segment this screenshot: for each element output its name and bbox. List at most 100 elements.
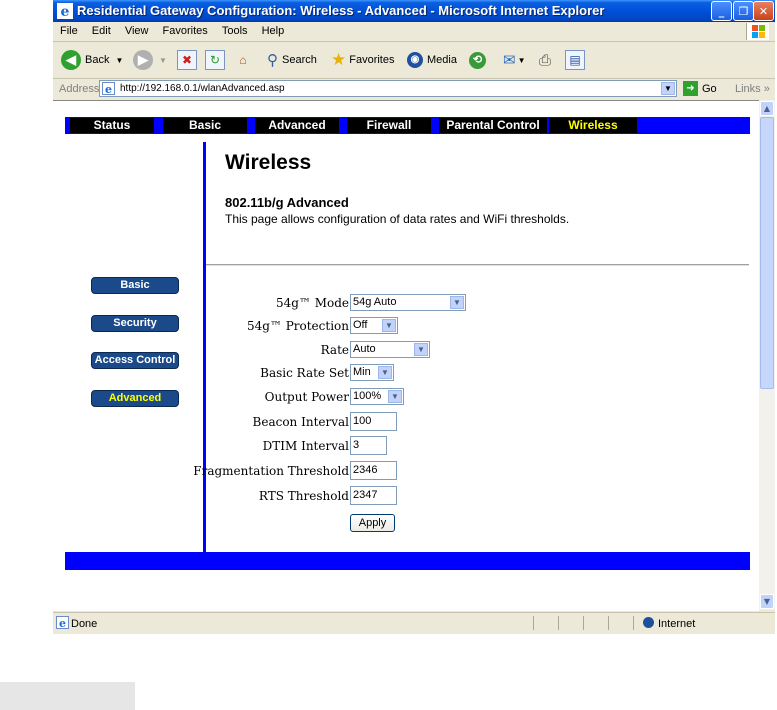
status-text: Done — [71, 618, 98, 630]
tab-firewall[interactable]: Firewall — [347, 118, 431, 133]
forward-arrow-icon: ▶ — [133, 50, 153, 70]
basic-rate-label: Basic Rate Set — [260, 366, 349, 380]
home-button[interactable]: ⌂ — [233, 49, 253, 71]
menu-file[interactable]: File — [60, 25, 78, 37]
fragmentation-threshold-label: Fragmentation Threshold — [193, 464, 349, 478]
forward-button[interactable]: ▶ ▼ — [133, 49, 167, 71]
sidebar-item-basic[interactable]: Basic — [91, 277, 179, 294]
search-icon: ⚲ — [267, 52, 278, 69]
refresh-icon: ↻ — [205, 50, 225, 70]
output-power-select[interactable]: 100% ▼ — [350, 388, 404, 405]
tab-advanced[interactable]: Advanced — [255, 118, 339, 133]
history-button[interactable]: ⟲ — [469, 49, 486, 71]
edit-button[interactable]: ▤ — [565, 49, 585, 71]
menu-help[interactable]: Help — [262, 25, 285, 37]
tab-status[interactable]: Status — [70, 118, 154, 133]
chevron-down-icon: ▼ — [159, 55, 167, 65]
chevron-down-icon[interactable]: ▼ — [661, 82, 675, 95]
globe-icon — [643, 617, 654, 628]
scroll-up-icon[interactable]: ▲ — [760, 101, 774, 116]
address-bar: Address e http://192.168.0.1/wlanAdvance… — [53, 79, 775, 99]
address-input[interactable]: e http://192.168.0.1/wlanAdvanced.asp ▼ — [99, 80, 677, 97]
address-label: Address — [59, 83, 100, 95]
svg-text:e: e — [61, 4, 70, 19]
back-button[interactable]: ◀ Back ▼ — [61, 49, 123, 71]
page-description: This page allows configuration of data r… — [225, 212, 570, 226]
title-bar: e Residential Gateway Configuration: Wir… — [53, 0, 775, 22]
go-button[interactable]: ➜ Go — [683, 81, 717, 96]
go-arrow-icon: ➜ — [683, 81, 698, 96]
page-icon: e — [102, 82, 115, 95]
windows-logo-icon — [746, 23, 769, 40]
rts-threshold-label: RTS Threshold — [258, 489, 349, 503]
svg-text:e: e — [105, 83, 112, 95]
media-icon: ◉ — [407, 52, 423, 68]
chevron-down-icon: ▼ — [450, 296, 464, 309]
footer-bar — [65, 552, 750, 570]
address-url: http://192.168.0.1/wlanAdvanced.asp — [120, 83, 285, 94]
star-icon: ★ — [331, 50, 347, 69]
tab-wireless[interactable]: Wireless — [549, 118, 637, 133]
rts-threshold-input[interactable]: 2347 — [350, 486, 397, 505]
minimize-button[interactable]: _ — [711, 1, 732, 21]
rate-label: Rate — [320, 343, 349, 357]
menu-bar: File Edit View Favorites Tools Help — [53, 22, 775, 42]
scroll-thumb[interactable] — [760, 117, 774, 389]
close-button[interactable]: ✕ — [753, 1, 774, 21]
protection-select[interactable]: Off ▼ — [350, 317, 398, 334]
links-toolbar[interactable]: Links » — [735, 83, 770, 95]
stop-icon: ✖ — [177, 50, 197, 70]
toolbar: ◀ Back ▼ ▶ ▼ ✖ ↻ ⌂ ⚲ Search ★ Favorites … — [53, 42, 775, 79]
protection-label: 54g™ Protection — [246, 319, 349, 333]
top-nav: Status Basic Advanced Firewall Parental … — [65, 117, 750, 134]
browser-window: e Residential Gateway Configuration: Wir… — [53, 0, 775, 634]
background-panel — [0, 682, 135, 710]
print-button[interactable]: ⎙ — [539, 49, 551, 71]
tab-basic[interactable]: Basic — [163, 118, 247, 133]
chevron-down-icon: ▼ — [388, 390, 402, 403]
menu-favorites[interactable]: Favorites — [163, 25, 208, 37]
dtim-interval-input[interactable]: 3 — [350, 436, 387, 455]
menu-edit[interactable]: Edit — [92, 25, 111, 37]
chevron-down-icon: ▼ — [517, 55, 526, 65]
scroll-down-icon[interactable]: ▼ — [760, 594, 774, 609]
favorites-button[interactable]: ★ Favorites — [331, 49, 395, 71]
ie-logo-icon: e — [57, 3, 73, 19]
page-content: Status Basic Advanced Firewall Parental … — [53, 100, 759, 611]
status-bar: e Done Internet — [53, 612, 775, 633]
mode-select[interactable]: 54g Auto ▼ — [350, 294, 466, 311]
chevron-down-icon: ▼ — [115, 55, 124, 65]
chevron-down-icon: ▼ — [382, 319, 396, 332]
stop-button[interactable]: ✖ — [177, 49, 197, 71]
mode-label: 54g™ Mode — [275, 296, 349, 310]
mail-button[interactable]: ✉ ▼ — [503, 49, 526, 71]
rate-select[interactable]: Auto ▼ — [350, 341, 430, 358]
tab-parental-control[interactable]: Parental Control — [439, 118, 547, 133]
history-icon: ⟲ — [469, 51, 486, 69]
beacon-interval-input[interactable]: 100 — [350, 412, 397, 431]
output-power-label: Output Power — [264, 390, 349, 404]
printer-icon: ⎙ — [539, 51, 552, 69]
sidebar-item-security[interactable]: Security — [91, 315, 179, 332]
page-title: Wireless — [225, 151, 312, 174]
svg-text:e: e — [59, 617, 66, 629]
vertical-scrollbar[interactable]: ▲ ▼ — [759, 100, 775, 610]
menu-view[interactable]: View — [125, 25, 149, 37]
maximize-button[interactable]: ❐ — [733, 1, 754, 21]
basic-rate-select[interactable]: Min ▼ — [350, 364, 394, 381]
window-title: Residential Gateway Configuration: Wirel… — [77, 3, 605, 18]
sidebar-divider — [203, 142, 206, 552]
media-button[interactable]: ◉ Media — [407, 49, 457, 71]
mail-icon: ✉ — [503, 52, 516, 69]
search-button[interactable]: ⚲ Search — [267, 49, 317, 71]
home-icon: ⌂ — [239, 53, 247, 67]
apply-button[interactable]: Apply — [350, 514, 395, 532]
refresh-button[interactable]: ↻ — [205, 49, 225, 71]
menu-tools[interactable]: Tools — [222, 25, 248, 37]
fragmentation-threshold-input[interactable]: 2346 — [350, 461, 397, 480]
security-zone: Internet — [658, 618, 696, 630]
sidebar-item-access-control[interactable]: Access Control — [91, 352, 179, 369]
sidebar-item-advanced[interactable]: Advanced — [91, 390, 179, 407]
page-icon: e — [56, 616, 69, 629]
chevron-down-icon: ▼ — [414, 343, 428, 356]
